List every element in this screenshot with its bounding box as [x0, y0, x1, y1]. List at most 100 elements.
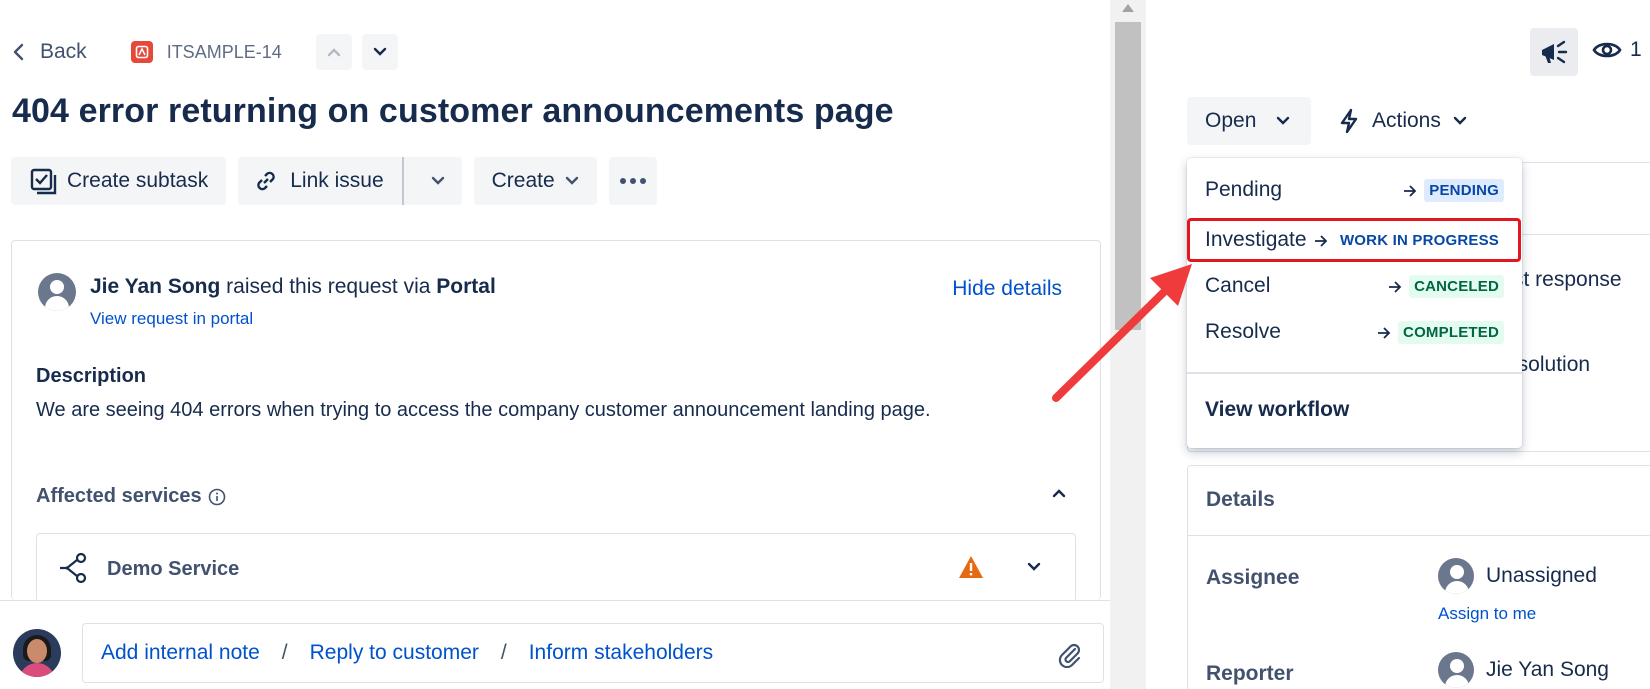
- feedback-button[interactable]: [1530, 28, 1578, 76]
- reporter-value: Jie Yan Song: [1486, 658, 1609, 681]
- create-subtask-label: Create subtask: [67, 169, 209, 192]
- menu-divider: [1187, 372, 1522, 374]
- sla-first-response: rst response: [1506, 268, 1622, 291]
- assignee-field[interactable]: Unassigned: [1438, 558, 1597, 594]
- assign-to-me-link[interactable]: Assign to me: [1438, 604, 1536, 624]
- transition-cancel[interactable]: Cancel CANCELED: [1187, 264, 1522, 308]
- hide-details-link[interactable]: Hide details: [952, 277, 1062, 301]
- subtask-icon: [30, 168, 57, 195]
- reporter-avatar: [38, 273, 76, 311]
- affected-services-label: Affected services: [36, 485, 202, 507]
- transition-label: Cancel: [1205, 274, 1271, 297]
- link-issue-button[interactable]: Link issue: [238, 157, 404, 205]
- chevron-up-icon: [327, 48, 340, 57]
- separator: /: [281, 641, 288, 664]
- comment-editor[interactable]: Add internal note / Reply to customer / …: [82, 623, 1104, 683]
- details-divider: [1188, 535, 1650, 536]
- scroll-up-arrow[interactable]: [1122, 4, 1134, 12]
- service-row[interactable]: Demo Service: [36, 533, 1076, 600]
- scrollbar[interactable]: [1110, 0, 1146, 689]
- issue-main-pane: Back ITSAMPLE-14 404 error returning on …: [0, 0, 1110, 689]
- issue-key: ITSAMPLE-14: [166, 41, 282, 62]
- assignee-avatar: [1438, 558, 1474, 594]
- transition-resolve[interactable]: Resolve COMPLETED: [1187, 310, 1522, 354]
- request-channel: Portal: [436, 275, 496, 298]
- current-user-avatar: [13, 629, 61, 677]
- reporter-avatar: [1438, 652, 1474, 688]
- link-issue-split-button: Link issue: [238, 157, 462, 205]
- transition-pending[interactable]: Pending PENDING: [1187, 168, 1522, 212]
- request-details-card: Jie Yan Song raised this request via Por…: [11, 240, 1101, 600]
- chevron-down-icon: [1277, 116, 1290, 125]
- assignee-label: Assignee: [1206, 566, 1300, 589]
- details-panel: Details Assignee Unassigned Assign to me…: [1187, 465, 1650, 689]
- arrow-right-icon: [1404, 184, 1417, 197]
- back-button[interactable]: Back: [12, 40, 87, 64]
- assignee-value: Unassigned: [1486, 564, 1597, 587]
- previous-issue-button[interactable]: [315, 34, 352, 70]
- chevron-down-icon: [373, 47, 386, 56]
- add-internal-note-link[interactable]: Add internal note: [101, 641, 260, 665]
- create-label: Create: [491, 169, 555, 192]
- description-label: Description: [36, 365, 147, 387]
- reporter-name[interactable]: Jie Yan Song: [90, 275, 220, 298]
- back-label: Back: [40, 40, 87, 63]
- status-lozenge: COMPLETED: [1398, 321, 1504, 344]
- description-text[interactable]: We are seeing 404 errors when trying to …: [36, 399, 931, 422]
- more-actions-button[interactable]: [608, 157, 657, 205]
- link-icon: [257, 171, 275, 191]
- link-issue-menu-button[interactable]: [414, 157, 462, 205]
- actions-label: Actions: [1372, 109, 1441, 132]
- status-label: Open: [1205, 109, 1257, 132]
- incident-type-icon: [130, 41, 153, 63]
- status-transition-menu: Pending PENDING Investigate WORK IN PROG…: [1187, 158, 1522, 448]
- view-workflow-link[interactable]: View workflow: [1205, 398, 1349, 422]
- info-icon[interactable]: [208, 488, 226, 506]
- issue-view: Back ITSAMPLE-14 404 error returning on …: [0, 0, 1650, 689]
- highlight-box: [1187, 218, 1521, 262]
- create-subtask-button[interactable]: Create subtask: [11, 157, 227, 205]
- attachment-icon[interactable]: [1055, 640, 1083, 668]
- reply-to-customer-link[interactable]: Reply to customer: [310, 641, 479, 665]
- transition-label: Resolve: [1205, 320, 1281, 343]
- next-issue-button[interactable]: [361, 34, 398, 70]
- warning-icon: [959, 556, 983, 578]
- chevron-left-icon: [13, 43, 24, 61]
- comment-bar: Add internal note / Reply to customer / …: [0, 600, 1110, 689]
- reporter-field[interactable]: Jie Yan Song: [1438, 652, 1609, 688]
- affected-services-heading: Affected services: [36, 485, 226, 508]
- scrollbar-thumb[interactable]: [1115, 22, 1141, 330]
- megaphone-icon: [1542, 40, 1568, 64]
- transition-target: CANCELED: [1387, 275, 1504, 298]
- issue-title[interactable]: 404 error returning on customer announce…: [12, 92, 894, 131]
- eye-icon: [1592, 42, 1622, 58]
- transition-label: Pending: [1205, 178, 1283, 201]
- chevron-down-icon[interactable]: [1027, 562, 1041, 572]
- actions-button[interactable]: Actions: [1338, 108, 1467, 134]
- request-origin: Jie Yan Song raised this request via Por…: [38, 273, 496, 329]
- status-lozenge: PENDING: [1424, 179, 1504, 202]
- arrow-right-icon: [1389, 280, 1402, 293]
- view-request-in-portal-link[interactable]: View request in portal: [90, 309, 496, 329]
- watcher-count: 1: [1630, 38, 1642, 61]
- status-button[interactable]: Open: [1187, 97, 1311, 145]
- create-button[interactable]: Create: [473, 157, 597, 205]
- inform-stakeholders-link[interactable]: Inform stakeholders: [529, 641, 713, 665]
- details-title[interactable]: Details: [1206, 488, 1275, 512]
- issue-key-link[interactable]: ITSAMPLE-14: [130, 41, 282, 63]
- issue-toolbar: Create subtask Link issue Create: [11, 157, 657, 205]
- separator: /: [500, 641, 507, 664]
- raised-by-line: Jie Yan Song raised this request via Por…: [90, 273, 496, 301]
- watchers-button[interactable]: 1: [1592, 38, 1642, 62]
- transition-target: PENDING: [1402, 179, 1504, 202]
- link-issue-label: Link issue: [290, 169, 384, 192]
- collapse-affected-services-button[interactable]: [1052, 485, 1066, 503]
- issue-topbar: Back ITSAMPLE-14: [12, 34, 398, 70]
- lightning-icon: [1340, 108, 1358, 134]
- raised-via-text: raised this request via: [226, 275, 431, 298]
- chevron-down-icon: [565, 176, 578, 185]
- service-name: Demo Service: [107, 558, 240, 580]
- reporter-label: Reporter: [1206, 662, 1294, 685]
- chevron-down-icon: [431, 176, 444, 185]
- arrow-right-icon: [1378, 326, 1391, 339]
